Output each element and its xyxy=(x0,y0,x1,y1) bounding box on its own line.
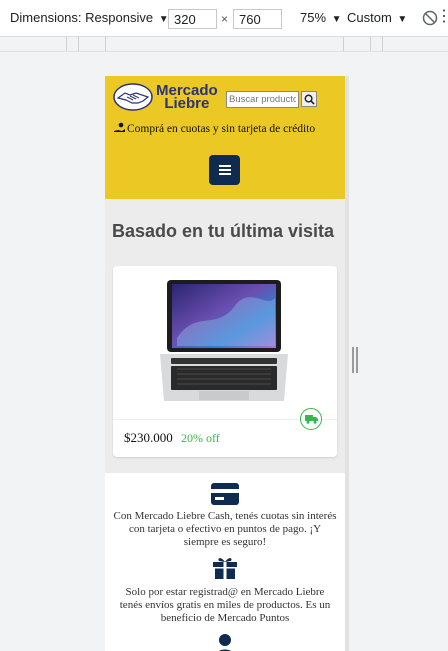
media-query-ruler xyxy=(0,37,448,52)
benefit-text-cash: Con Mercado Liebre Cash, tenés cuotas si… xyxy=(113,510,337,548)
search-icon xyxy=(304,94,315,105)
search-input[interactable] xyxy=(226,91,299,108)
truck-icon xyxy=(300,408,322,430)
credit-card-icon xyxy=(211,482,239,506)
device-viewport: Mercado Liebre Comprá en cuotas y sin ta… xyxy=(105,76,345,651)
benefits-section: Con Mercado Liebre Cash, tenés cuotas si… xyxy=(105,473,345,651)
brand-line-2: Liebre xyxy=(164,95,210,112)
section-title: Basado en tu última visita xyxy=(112,221,335,241)
search-button[interactable] xyxy=(301,91,317,107)
throttle-dropdown[interactable]: Custom ▼ xyxy=(347,10,407,25)
user-icon xyxy=(211,633,239,651)
hand-money-icon xyxy=(114,122,125,132)
product-price: $230.000 xyxy=(124,430,173,445)
handshake-logo-icon[interactable] xyxy=(113,83,153,111)
product-card[interactable]: $230.000 20% off xyxy=(113,266,337,457)
zoom-label: 75% xyxy=(300,10,327,25)
zoom-dropdown[interactable]: 75% ▼ xyxy=(300,10,342,25)
promo-text: Comprá en cuotas y sin tarjeta de crédit… xyxy=(127,123,316,135)
times-separator: × xyxy=(221,12,229,26)
width-input[interactable] xyxy=(168,9,217,29)
caret-down-icon: ▼ xyxy=(331,14,342,25)
benefit-text-shipping: Solo por estar registrad@ en Mercado Lie… xyxy=(119,586,331,624)
gift-icon xyxy=(211,556,239,580)
dimensions-label: Dimensions: Responsive xyxy=(10,10,154,25)
throttle-label: Custom xyxy=(347,10,392,25)
site-header: Mercado Liebre Comprá en cuotas y sin ta… xyxy=(105,76,345,199)
height-input[interactable] xyxy=(233,9,282,29)
viewport-scroll-edge xyxy=(345,76,349,651)
dimensions-dropdown[interactable]: Dimensions: Responsive ▼ xyxy=(10,10,169,25)
promo-banner[interactable]: Comprá en cuotas y sin tarjeta de crédit… xyxy=(113,122,315,135)
caret-down-icon: ▼ xyxy=(397,14,408,25)
resize-handle[interactable] xyxy=(352,347,358,373)
more-options-icon[interactable]: ⋮ xyxy=(436,6,448,26)
product-discount: 20% off xyxy=(181,431,220,445)
brand-name: Mercado Liebre xyxy=(156,83,218,112)
hamburger-icon xyxy=(218,165,231,175)
devtools-toolbar: Dimensions: Responsive ▼ × 75% ▼ Custom … xyxy=(0,0,448,37)
menu-button[interactable] xyxy=(209,155,240,185)
laptop-image xyxy=(160,280,288,401)
